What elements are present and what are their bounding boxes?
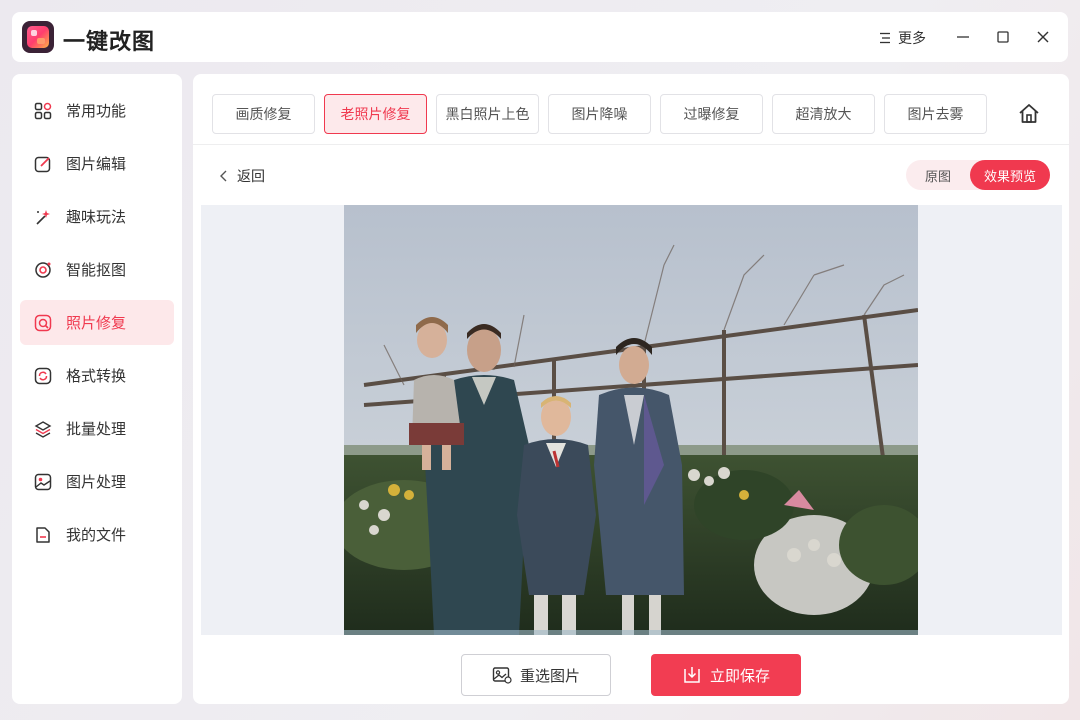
reselect-label: 重选图片 bbox=[519, 666, 580, 685]
back-button[interactable]: 返回 bbox=[219, 166, 265, 186]
target-icon bbox=[34, 261, 52, 279]
edit-icon bbox=[34, 155, 52, 173]
sidebar-item-cutout[interactable]: 智能抠图 bbox=[20, 247, 174, 292]
home-button[interactable] bbox=[1017, 102, 1041, 126]
sidebar-item-label: 照片修复 bbox=[66, 314, 127, 332]
sidebar-item-label: 图片编辑 bbox=[66, 155, 127, 173]
preview-area bbox=[201, 205, 1062, 635]
sidebar-item-label: 智能抠图 bbox=[66, 261, 127, 279]
sidebar: 常用功能 图片编辑 趣味玩法 智能抠图 照片修复 格式转换 批量处理 图片处理 … bbox=[12, 74, 182, 704]
title-bar: 一键改图 更多 bbox=[12, 12, 1068, 62]
restored-photo bbox=[344, 205, 918, 635]
close-icon bbox=[1037, 31, 1049, 43]
tab-dehaze[interactable]: 图片去雾 bbox=[884, 94, 987, 134]
file-icon bbox=[34, 526, 52, 544]
toggle-original[interactable]: 原图 bbox=[906, 160, 970, 190]
sidebar-item-label: 常用功能 bbox=[66, 102, 127, 120]
maximize-icon bbox=[997, 31, 1009, 43]
app-title: 一键改图 bbox=[63, 30, 156, 55]
magic-wand-icon bbox=[34, 208, 52, 226]
reselect-image-button[interactable]: 重选图片 bbox=[461, 654, 611, 696]
layers-icon bbox=[34, 420, 52, 438]
convert-icon bbox=[34, 367, 52, 385]
minimize-icon bbox=[957, 36, 969, 38]
tab-old-photo-repair[interactable]: 老照片修复 bbox=[324, 94, 427, 134]
sidebar-item-my-files[interactable]: 我的文件 bbox=[20, 512, 174, 557]
sidebar-item-label: 图片处理 bbox=[66, 473, 127, 491]
toggle-preview[interactable]: 效果预览 bbox=[970, 160, 1050, 190]
sidebar-item-label: 批量处理 bbox=[66, 420, 127, 438]
sidebar-item-batch[interactable]: 批量处理 bbox=[20, 406, 174, 451]
image-icon bbox=[492, 667, 512, 684]
sidebar-item-common[interactable]: 常用功能 bbox=[20, 88, 174, 133]
app-logo bbox=[22, 21, 54, 53]
close-button[interactable] bbox=[1031, 25, 1055, 49]
menu-icon bbox=[880, 32, 890, 44]
minimize-button[interactable] bbox=[951, 25, 975, 49]
save-label: 立即保存 bbox=[709, 666, 770, 685]
maximize-button[interactable] bbox=[991, 25, 1015, 49]
sidebar-item-photo-repair[interactable]: 照片修复 bbox=[20, 300, 174, 345]
sidebar-item-image-process[interactable]: 图片处理 bbox=[20, 459, 174, 504]
grid-icon bbox=[34, 102, 52, 120]
sidebar-item-label: 我的文件 bbox=[66, 526, 127, 544]
more-label: 更多 bbox=[898, 31, 926, 47]
tab-colorize[interactable]: 黑白照片上色 bbox=[436, 94, 539, 134]
image-icon bbox=[34, 473, 52, 491]
tab-denoise[interactable]: 图片降噪 bbox=[548, 94, 651, 134]
main-panel: 画质修复 老照片修复 黑白照片上色 图片降噪 过曝修复 超清放大 图片去雾 返回… bbox=[193, 74, 1069, 704]
chevron-left-icon bbox=[220, 170, 227, 182]
function-tabs: 画质修复 老照片修复 黑白照片上色 图片降噪 过曝修复 超清放大 图片去雾 bbox=[212, 94, 987, 134]
tab-upscale[interactable]: 超清放大 bbox=[772, 94, 875, 134]
photo-repair-icon bbox=[34, 314, 52, 332]
download-icon bbox=[684, 667, 700, 683]
sidebar-item-label: 格式转换 bbox=[66, 367, 127, 385]
tab-quality-repair[interactable]: 画质修复 bbox=[212, 94, 315, 134]
back-label: 返回 bbox=[237, 169, 265, 185]
sidebar-item-edit[interactable]: 图片编辑 bbox=[20, 141, 174, 186]
sidebar-item-fun[interactable]: 趣味玩法 bbox=[20, 194, 174, 239]
sidebar-item-label: 趣味玩法 bbox=[66, 208, 127, 226]
save-now-button[interactable]: 立即保存 bbox=[651, 654, 801, 696]
home-icon bbox=[1019, 104, 1039, 123]
tab-overexposure-repair[interactable]: 过曝修复 bbox=[660, 94, 763, 134]
sidebar-item-convert[interactable]: 格式转换 bbox=[20, 353, 174, 398]
divider bbox=[193, 144, 1069, 145]
more-menu-button[interactable]: 更多 bbox=[878, 27, 926, 49]
view-toggle: 原图 效果预览 bbox=[906, 160, 1050, 190]
